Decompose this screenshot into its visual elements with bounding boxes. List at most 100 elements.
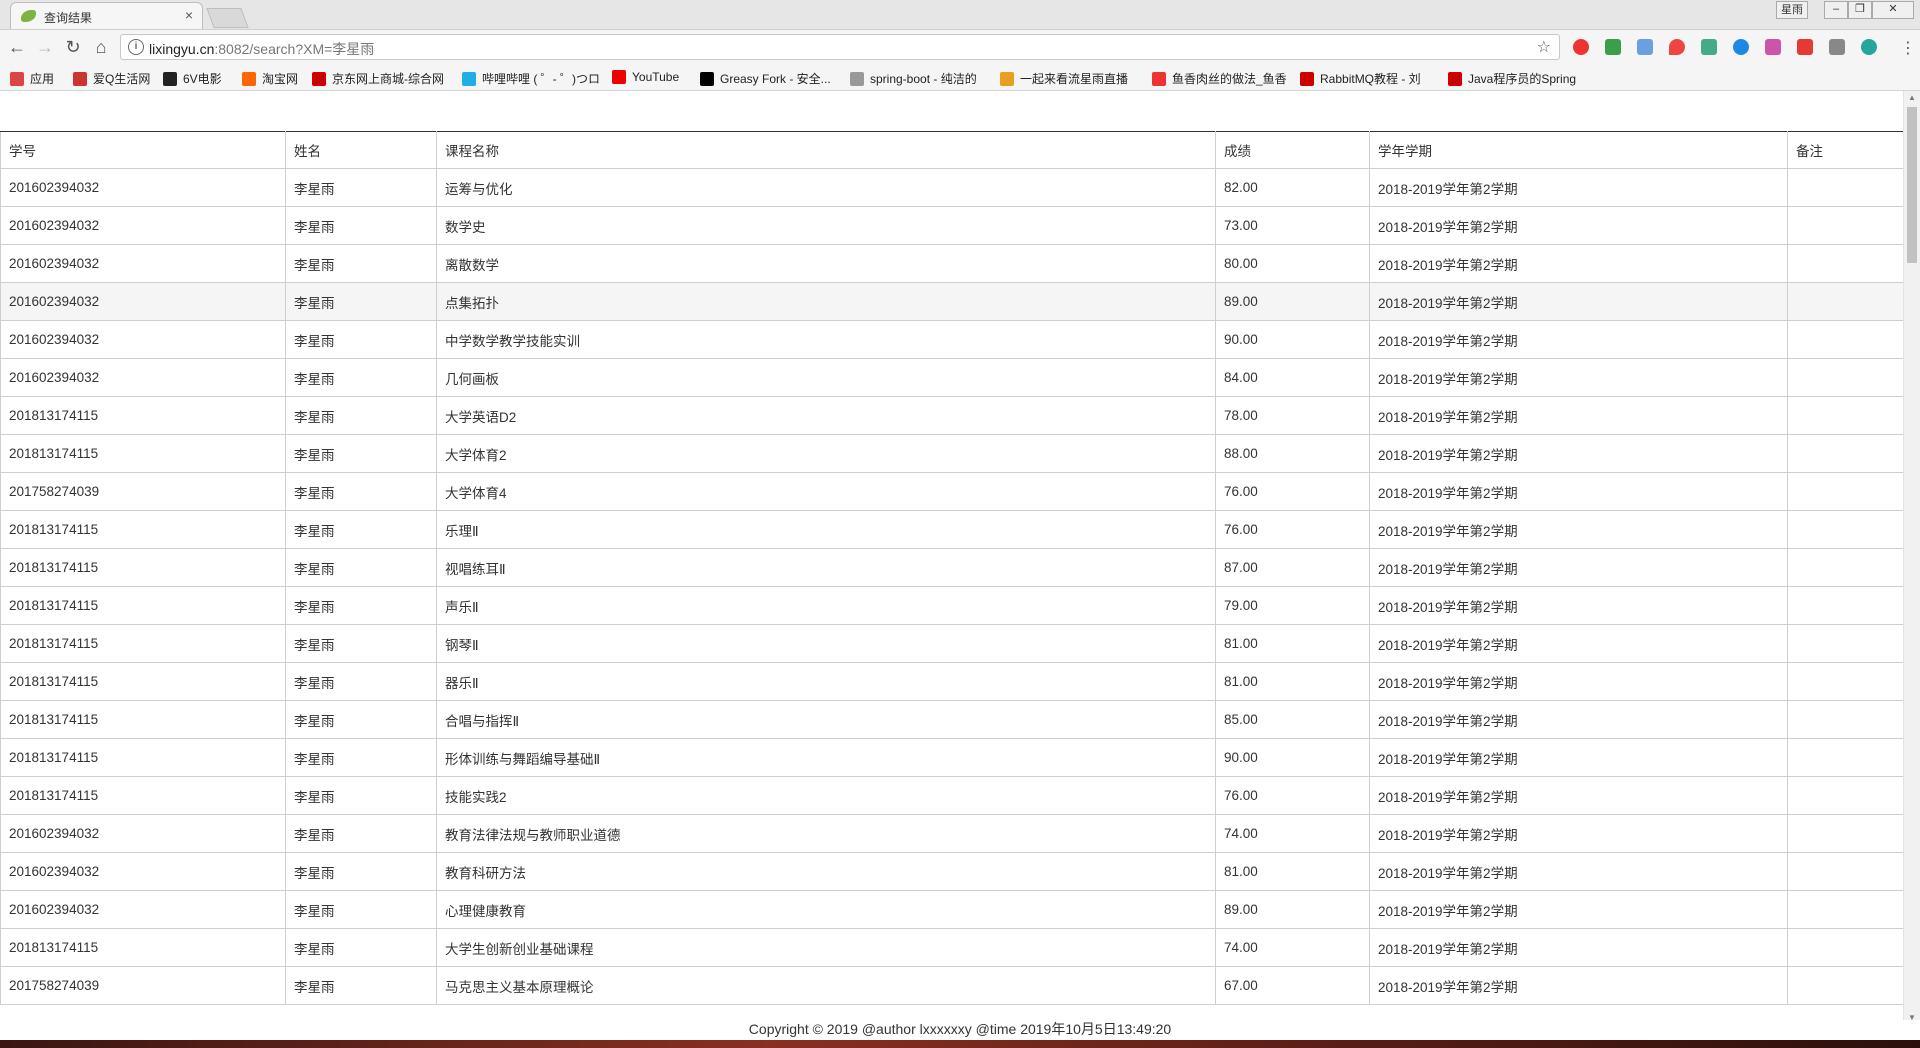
- bookmark-label: Greasy Fork - 安全...: [720, 72, 831, 86]
- cell-term: 2018-2019学年第2学期: [1369, 396, 1788, 435]
- bookmark-item[interactable]: 哔哩哔哩 ( ゜- ゜)つロ: [462, 70, 600, 86]
- close-window-button[interactable]: ✕: [1872, 1, 1914, 19]
- cell-name: 李星雨: [285, 738, 437, 777]
- bookmark-item[interactable]: 一起来看流星雨直播: [1000, 70, 1128, 86]
- table-row: 201813174115 李星雨 技能实践2 76.00 2018-2019学年第2学期: [0, 776, 1903, 815]
- google-extension-icon[interactable]: [1701, 39, 1717, 55]
- cell-course-name: 大学体育4: [436, 472, 1216, 511]
- cell-name: 李星雨: [285, 662, 437, 701]
- red-extension-icon[interactable]: [1797, 39, 1813, 55]
- bookmark-favicon-icon: [242, 72, 256, 86]
- cell-term: 2018-2019学年第2学期: [1369, 852, 1788, 891]
- bookmark-item[interactable]: RabbitMQ教程 - 刘: [1300, 70, 1421, 86]
- shield-extension-icon[interactable]: [1605, 39, 1621, 55]
- bookmark-item[interactable]: 6V电影: [163, 70, 222, 86]
- home-icon[interactable]: ⌂: [90, 36, 112, 58]
- back-arrow-icon[interactable]: ←: [6, 36, 28, 58]
- bookmark-item[interactable]: spring-boot - 纯洁的: [850, 70, 977, 86]
- cell-student-id: 201602394032: [0, 282, 286, 321]
- cell-student-id: 201813174115: [0, 700, 286, 739]
- header-term: 学年学期: [1369, 131, 1788, 169]
- header-remarks: 备注: [1787, 131, 1903, 169]
- cell-term: 2018-2019学年第2学期: [1369, 206, 1788, 245]
- cell-score: 90.00: [1215, 738, 1370, 777]
- map-pin-extension-icon[interactable]: [1669, 39, 1685, 55]
- scroll-up-icon[interactable]: ▲: [1908, 93, 1916, 102]
- cell-name: 李星雨: [285, 548, 437, 587]
- bookmark-favicon-icon: [462, 72, 476, 86]
- url-text: lixingyu.cn:8082/search?XM=李星雨: [149, 39, 374, 59]
- cell-name: 李星雨: [285, 472, 437, 511]
- cell-remarks: [1787, 206, 1903, 245]
- cell-remarks: [1787, 624, 1903, 663]
- browser-menu-icon[interactable]: ⋮: [1900, 38, 1916, 58]
- yab-extension-icon[interactable]: [1573, 39, 1589, 55]
- s-extension-icon[interactable]: [1829, 39, 1845, 55]
- bookmark-item[interactable]: 鱼香肉丝的做法_鱼香: [1152, 70, 1287, 86]
- cell-term: 2018-2019学年第2学期: [1369, 890, 1788, 929]
- new-tab-button[interactable]: [206, 8, 249, 28]
- cell-score: 89.00: [1215, 282, 1370, 321]
- bookmark-item[interactable]: 爱Q生活网: [73, 70, 150, 86]
- cell-student-id: 201813174115: [0, 738, 286, 777]
- table-row: 201602394032 李星雨 运筹与优化 82.00 2018-2019学年第2学期: [0, 168, 1903, 207]
- cell-course-name: 马克思主义基本原理概论: [436, 966, 1216, 1005]
- cell-name: 李星雨: [285, 814, 437, 853]
- cell-remarks: [1787, 548, 1903, 587]
- blue-extension-icon[interactable]: [1733, 39, 1749, 55]
- bookmark-label: 鱼香肉丝的做法_鱼香: [1172, 72, 1287, 86]
- vertical-scrollbar[interactable]: ▲ ▼: [1903, 91, 1920, 1024]
- leaf-favicon-icon: [21, 10, 36, 22]
- bookmark-favicon-icon: [10, 72, 24, 86]
- cell-score: 87.00: [1215, 548, 1370, 587]
- cell-course-name: 教育科研方法: [436, 852, 1216, 891]
- header-score: 成绩: [1215, 131, 1370, 169]
- scrollbar-thumb[interactable]: [1907, 107, 1917, 263]
- cell-score: 80.00: [1215, 244, 1370, 283]
- cell-student-id: 201813174115: [0, 586, 286, 625]
- tab-close-icon[interactable]: ×: [185, 7, 193, 23]
- bookmark-label: 一起来看流星雨直播: [1020, 72, 1129, 86]
- bookmark-item[interactable]: YouTube: [612, 70, 679, 86]
- cell-student-id: 201602394032: [0, 852, 286, 891]
- minimize-button[interactable]: –: [1824, 1, 1848, 19]
- cell-name: 李星雨: [285, 852, 437, 891]
- bookmark-label: 应用: [30, 72, 55, 86]
- grades-table: 学号 姓名 课程名称 成绩 学年学期 备注 201602394032 李星雨 运筹与…: [0, 131, 1903, 1005]
- bookmark-item[interactable]: 京东网上商城-综合网: [312, 70, 444, 86]
- table-row: 201813174115 李星雨 大学体育2 88.00 2018-2019学年第2学期: [0, 434, 1903, 473]
- bookmark-item[interactable]: Java程序员的Spring: [1448, 70, 1576, 86]
- bookmark-label: RabbitMQ教程 - 刘: [1320, 72, 1421, 86]
- forward-arrow-icon[interactable]: →: [34, 36, 56, 58]
- bookmark-favicon-icon: [163, 72, 177, 86]
- cell-remarks: [1787, 396, 1903, 435]
- browser-tab[interactable]: 查询结果 ×: [10, 2, 203, 29]
- puzzle-extension-icon[interactable]: [1765, 39, 1781, 55]
- address-bar[interactable]: i lixingyu.cn:8082/search?XM=李星雨 ☆: [120, 34, 1560, 60]
- reload-icon[interactable]: ↻: [62, 36, 84, 58]
- bookmark-favicon-icon: [700, 72, 714, 86]
- bookmark-item[interactable]: Greasy Fork - 安全...: [700, 70, 831, 86]
- cell-course-name: 钢琴Ⅱ: [436, 624, 1216, 663]
- cell-term: 2018-2019学年第2学期: [1369, 776, 1788, 815]
- profile-button[interactable]: 星雨: [1776, 1, 1808, 19]
- site-info-icon[interactable]: i: [128, 39, 144, 55]
- cell-name: 李星雨: [285, 358, 437, 397]
- cell-remarks: [1787, 700, 1903, 739]
- feather-extension-icon[interactable]: [1637, 39, 1653, 55]
- bookmark-item[interactable]: 淘宝网: [242, 70, 298, 86]
- cell-score: 82.00: [1215, 168, 1370, 207]
- cell-remarks: [1787, 890, 1903, 929]
- table-row: 201758274039 李星雨 大学体育4 76.00 2018-2019学年第2学期: [0, 472, 1903, 511]
- cell-score: 88.00: [1215, 434, 1370, 473]
- cell-course-name: 视唱练耳Ⅱ: [436, 548, 1216, 587]
- bookmark-favicon-icon: [850, 72, 864, 86]
- bookmark-item[interactable]: 应用: [10, 70, 54, 86]
- cell-remarks: [1787, 320, 1903, 359]
- sync-extension-icon[interactable]: [1861, 39, 1877, 55]
- url-path: :8082/search?XM=李星雨: [214, 41, 375, 57]
- restore-button[interactable]: ❐: [1848, 1, 1872, 19]
- cell-name: 李星雨: [285, 206, 437, 245]
- cell-term: 2018-2019学年第2学期: [1369, 624, 1788, 663]
- bookmark-star-icon[interactable]: ☆: [1537, 37, 1551, 57]
